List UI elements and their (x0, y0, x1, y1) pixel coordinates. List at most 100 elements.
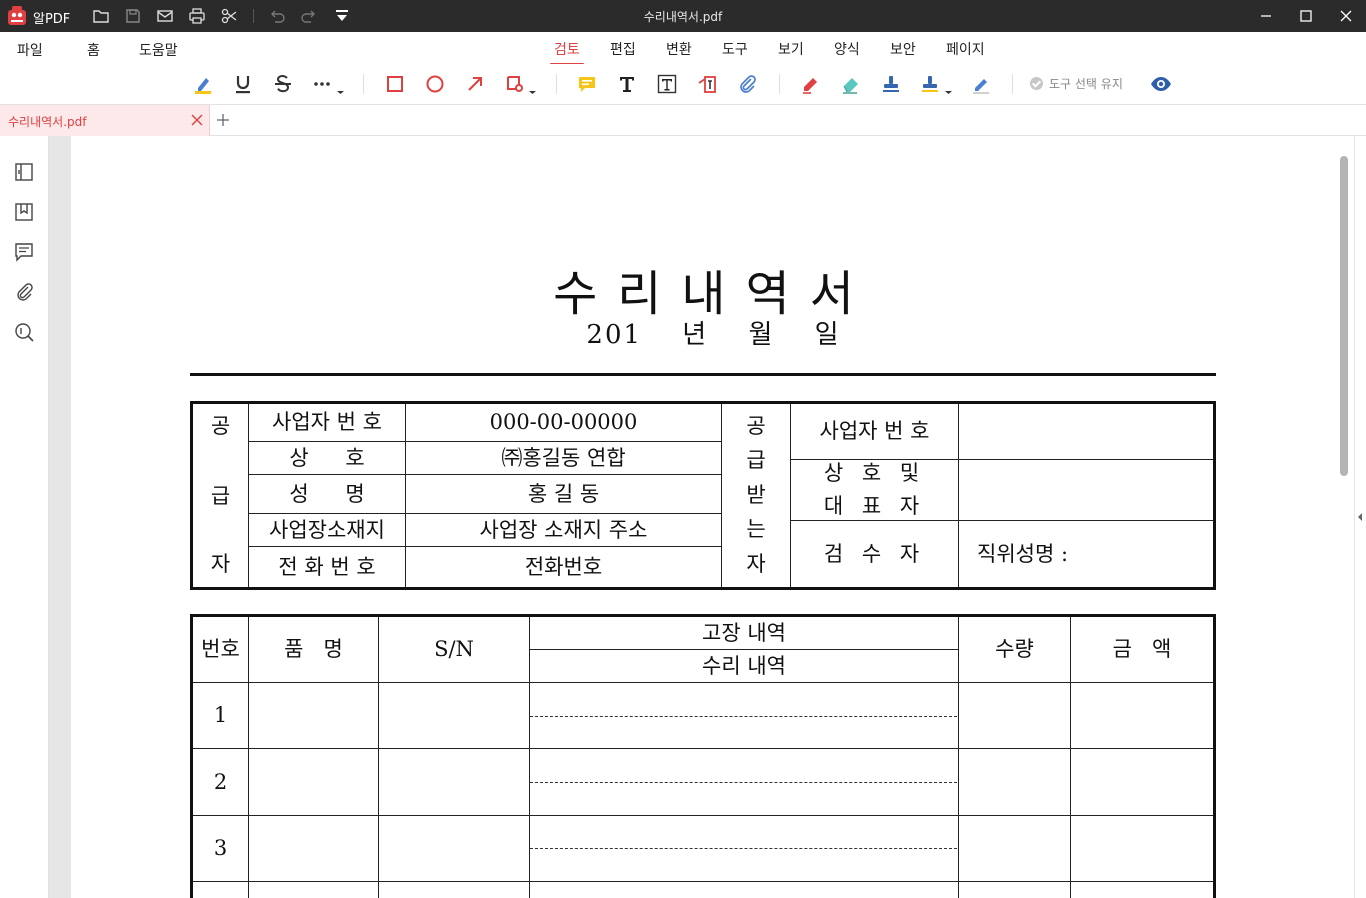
supplier-field-value: 사업장 소재지 주소 (479, 517, 648, 542)
customize-dropdown-icon[interactable] (333, 7, 351, 25)
recipient-field-value (959, 460, 1213, 520)
recipient-field-value (959, 404, 1213, 459)
supplier-field-value: 홍 길 동 (527, 481, 600, 506)
doc-tab[interactable]: 수리내역서.pdf (0, 105, 210, 136)
collapse-right-handle-icon[interactable] (1356, 510, 1364, 524)
save-icon[interactable] (124, 7, 142, 25)
tab-tools[interactable]: 도구 (722, 39, 748, 59)
quick-access-divider (253, 9, 254, 23)
open-folder-icon[interactable] (92, 7, 110, 25)
stamp-icon[interactable] (880, 73, 902, 95)
thumbnails-panel-icon[interactable] (13, 161, 35, 183)
ellipse-icon[interactable] (424, 73, 446, 95)
maximize-icon[interactable] (1296, 6, 1316, 26)
menu-home[interactable]: 홈 (87, 40, 100, 60)
tab-convert[interactable]: 변환 (666, 39, 692, 59)
callout-icon[interactable] (696, 73, 718, 95)
redo-icon[interactable] (300, 7, 318, 25)
document-viewer[interactable]: 수리내역서 201 년 월 일 공 급 자 사업자 번 호 000-00-000… (49, 136, 1326, 898)
shape-dropdown-icon[interactable] (504, 73, 538, 95)
menu-file[interactable]: 파일 (17, 40, 43, 60)
form-date-line: 201 년 월 일 (586, 320, 841, 350)
supplier-label-char: 급 (210, 483, 231, 508)
strikethrough-icon[interactable] (272, 73, 294, 95)
recipient-label-char: 는 (746, 516, 766, 541)
recipient-label-char: 공 (746, 413, 766, 438)
col-header-sn: S/N (434, 637, 474, 662)
rectangle-icon[interactable] (384, 73, 406, 95)
tab-security[interactable]: 보안 (890, 39, 916, 59)
eraser-icon[interactable] (840, 73, 862, 95)
toolbar-divider (1012, 74, 1013, 94)
col-header-repair: 수리 내역 (702, 653, 786, 678)
more-text-markup-icon[interactable] (312, 73, 346, 95)
app-logo-icon (8, 6, 26, 25)
tab-view[interactable]: 보기 (778, 39, 804, 59)
close-icon[interactable] (1336, 6, 1356, 26)
tab-edit[interactable]: 편집 (610, 39, 636, 59)
vertical-scrollbar[interactable] (1326, 136, 1354, 898)
col-header-name: 품 명 (284, 637, 343, 662)
textbox-icon[interactable] (656, 73, 678, 95)
arrow-icon[interactable] (464, 73, 486, 95)
scissors-icon[interactable] (220, 7, 238, 25)
doc-tab-label: 수리내역서.pdf (8, 115, 87, 129)
typewriter-icon[interactable] (616, 73, 638, 95)
tab-review[interactable]: 검토 (550, 39, 584, 66)
col-header-qty: 수량 (995, 637, 1034, 662)
supplier-field-label: 성 명 (289, 481, 365, 506)
toolbar-divider (779, 74, 780, 94)
title-rule (190, 373, 1216, 376)
highlight-icon[interactable] (192, 73, 214, 95)
scrollbar-thumb[interactable] (1340, 156, 1348, 476)
app-name: 알PDF (33, 12, 71, 27)
row-number: 2 (213, 769, 228, 794)
supplier-field-label: 사업자 번 호 (272, 410, 382, 435)
recipient-field-value: 직위성명 : (977, 541, 1069, 566)
row-number: 1 (213, 703, 228, 728)
undo-icon[interactable] (268, 7, 286, 25)
toolbar-divider (363, 74, 364, 94)
note-icon[interactable] (576, 73, 598, 95)
attach-icon[interactable] (736, 73, 758, 95)
row-number: 3 (213, 836, 228, 861)
attachments-panel-icon[interactable] (13, 281, 35, 303)
supplier-field-label: 상 호 (289, 445, 365, 470)
mail-icon[interactable] (156, 7, 174, 25)
recipient-label-char: 급 (746, 447, 766, 472)
check-icon (1030, 77, 1043, 90)
menu-help[interactable]: 도움말 (139, 40, 178, 60)
stamp-dropdown-icon[interactable] (920, 73, 954, 95)
supplier-field-value: ㈜홍길동 연합 (501, 445, 626, 470)
bookmark-panel-icon[interactable] (13, 201, 35, 223)
keep-tool-label: 도구 선택 유지 (1049, 77, 1123, 91)
supplier-label-char: 공 (210, 413, 231, 438)
document-tab-strip: 수리내역서.pdf (0, 104, 1366, 136)
keep-tool-selected-toggle[interactable]: 도구 선택 유지 (1030, 75, 1123, 92)
search-panel-icon[interactable] (13, 321, 35, 343)
supplier-field-value: 000-00-00000 (489, 410, 638, 435)
title-bar: 알PDF 수리내역서.pdf (0, 0, 1366, 32)
minimize-icon[interactable] (1256, 6, 1276, 26)
eye-icon[interactable] (1150, 73, 1172, 95)
recipient-label-char: 자 (746, 551, 766, 576)
new-tab-icon[interactable] (215, 112, 231, 128)
col-header-amount: 금 액 (1112, 637, 1172, 662)
menu-bar: 파일 홈 도움말 검토 편집 변환 도구 보기 양식 보안 페이지 (0, 32, 1366, 66)
toolbar-divider (556, 74, 557, 94)
col-header-fault: 고장 내역 (702, 620, 786, 645)
comments-panel-icon[interactable] (13, 241, 35, 263)
recipient-field-label: 검 수 자 (823, 541, 926, 566)
pen-icon[interactable] (800, 73, 822, 95)
left-sidebar (0, 136, 49, 898)
tab-forms[interactable]: 양식 (834, 39, 860, 59)
signature-icon[interactable] (970, 73, 992, 95)
supplier-field-label: 전 화 번 호 (278, 554, 376, 579)
close-tab-icon[interactable] (190, 113, 204, 127)
print-icon[interactable] (188, 7, 206, 25)
underline-icon[interactable] (232, 73, 254, 95)
review-toolbar: 도구 선택 유지 (0, 64, 1366, 104)
pdf-page: 수리내역서 201 년 월 일 공 급 자 사업자 번 호 000-00-000… (71, 136, 1326, 898)
supplier-field-value: 전화번호 (524, 554, 603, 579)
tab-page[interactable]: 페이지 (946, 39, 985, 59)
